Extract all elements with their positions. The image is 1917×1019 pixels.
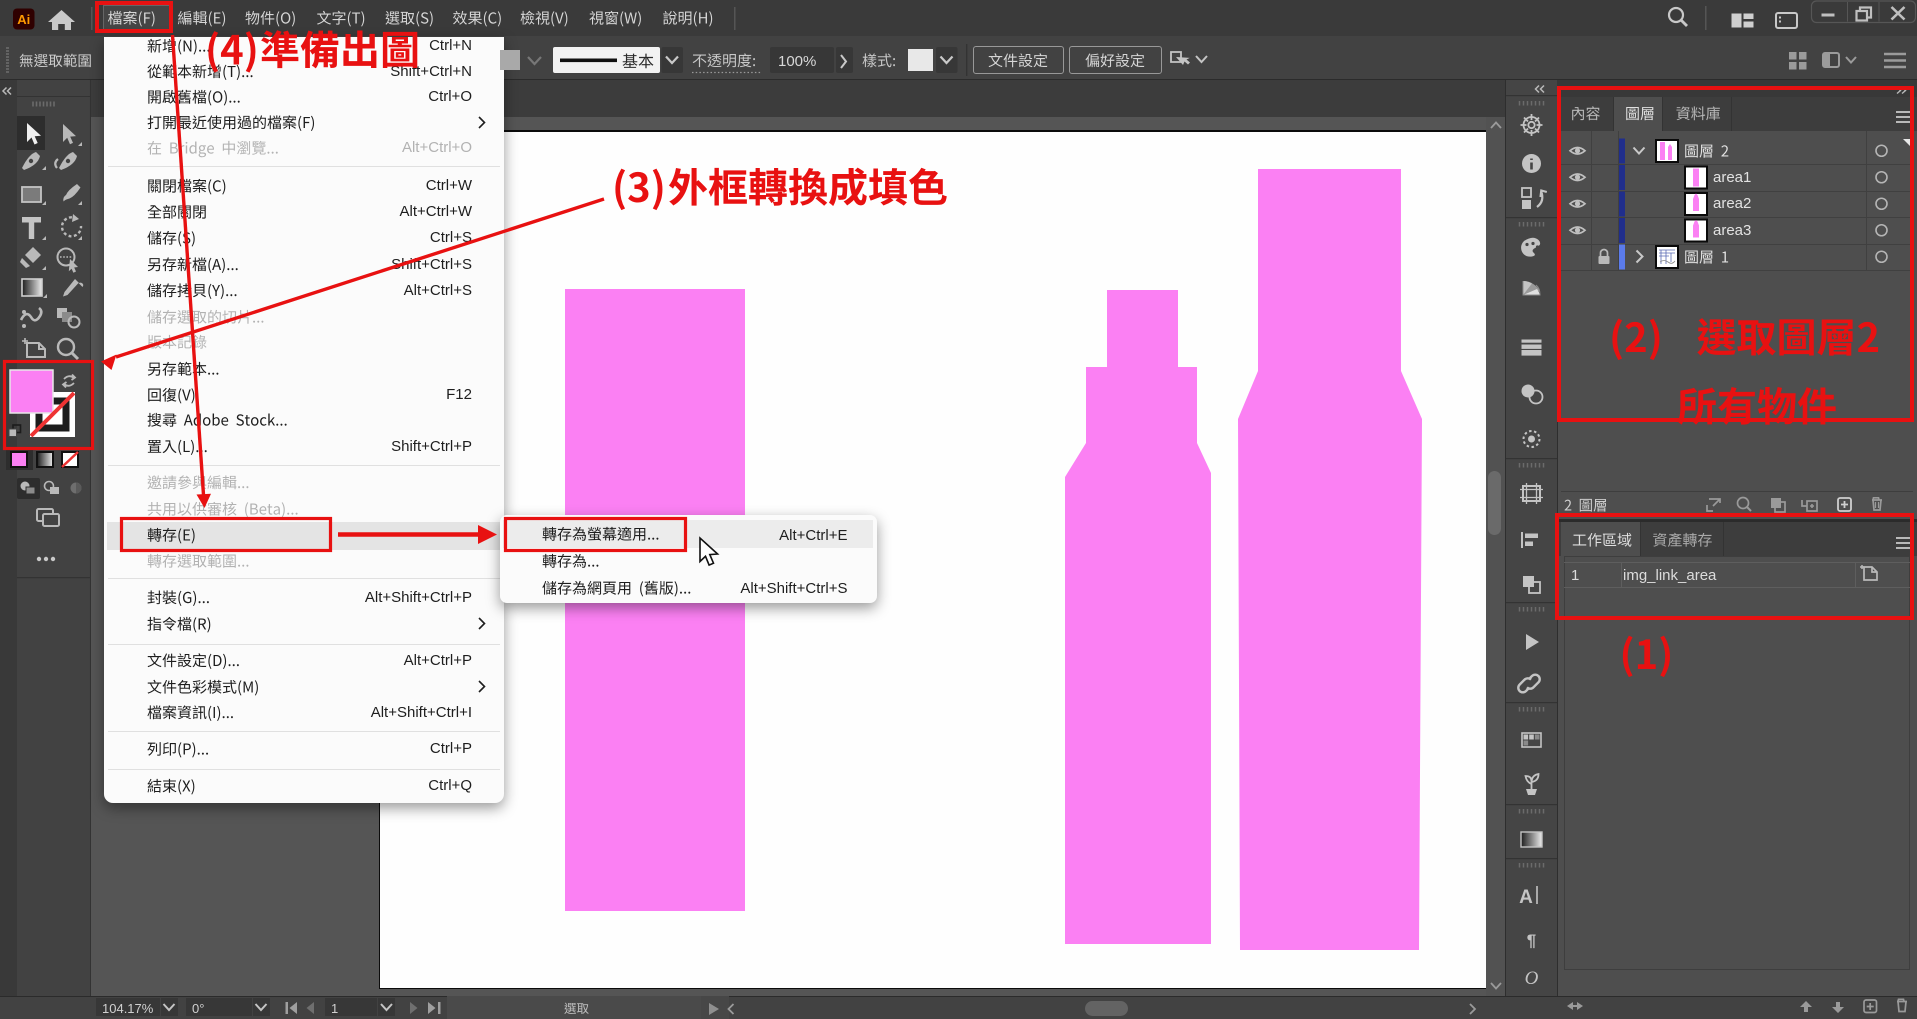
svg-text:¶: ¶ <box>1527 931 1536 950</box>
svg-text:O: O <box>1525 968 1539 989</box>
svg-text:Ai: Ai <box>17 12 30 27</box>
svg-text:100%: 100% <box>778 53 816 70</box>
svg-text:A: A <box>1519 887 1533 908</box>
